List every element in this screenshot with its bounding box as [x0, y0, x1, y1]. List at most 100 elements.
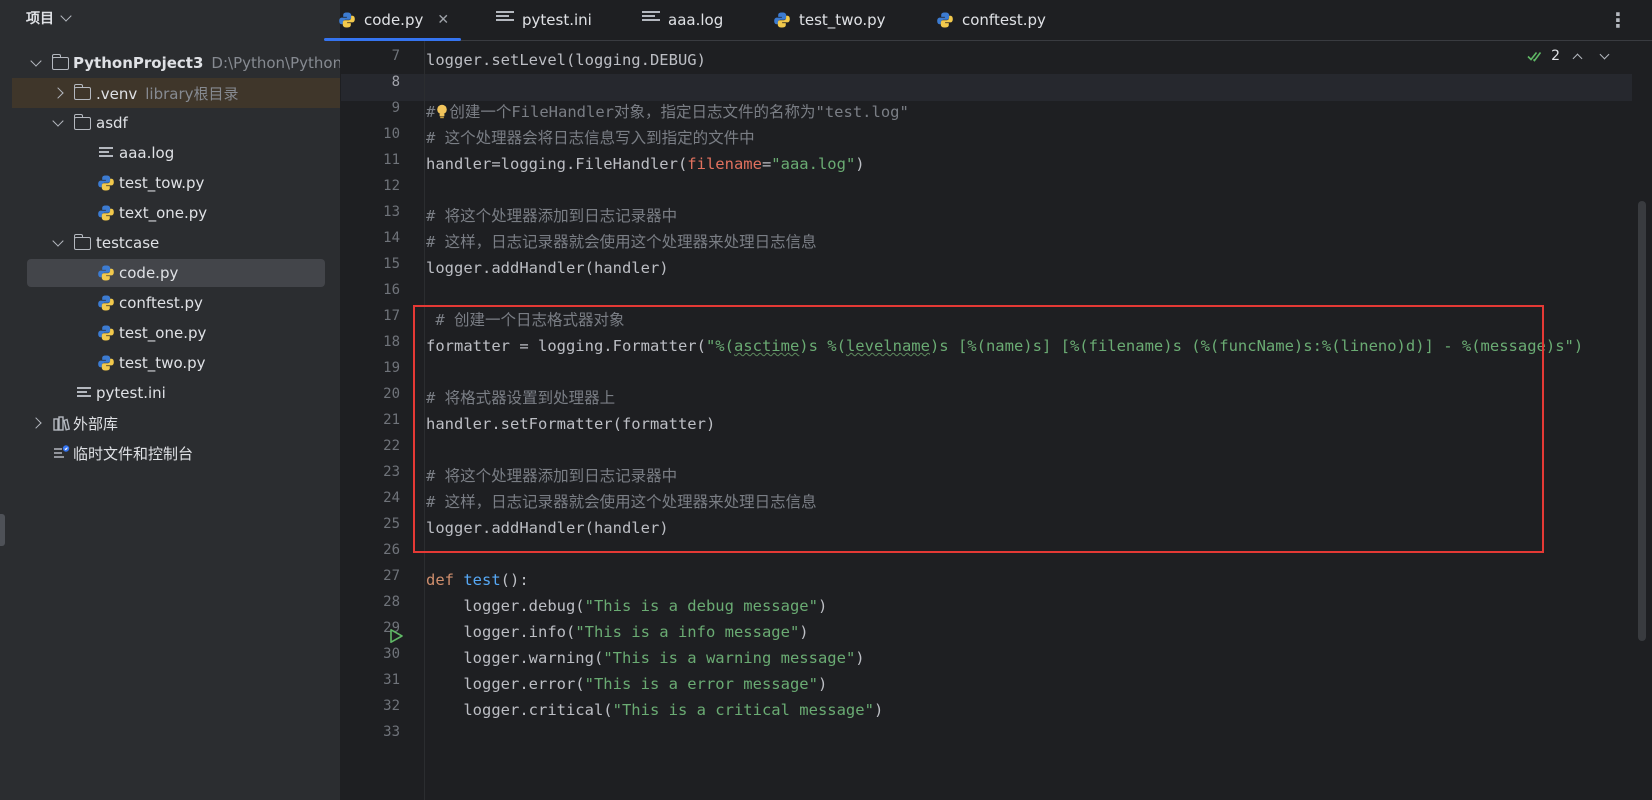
tree-item-asdf[interactable]: asdf	[12, 108, 340, 138]
gutter-separator	[424, 41, 425, 800]
folder-icon	[51, 54, 69, 70]
inspection-widget[interactable]: 2	[1527, 48, 1614, 64]
chevron-down-icon[interactable]	[50, 235, 66, 251]
line-number: 24	[383, 490, 400, 506]
line-number: 9	[391, 100, 400, 116]
python-file-icon	[98, 205, 114, 221]
line-number: 7	[391, 48, 400, 64]
code-line: # 这个处理器会将日志信息写入到指定的文件中	[426, 129, 755, 147]
project-panel-header[interactable]: 项目	[26, 7, 72, 29]
chevron-down-icon[interactable]	[28, 55, 44, 71]
chevron-down-icon	[60, 10, 72, 22]
code-line: logger.info("This is a info message")	[426, 623, 809, 641]
chevron-down-icon[interactable]	[50, 115, 66, 131]
code-editor[interactable]: 7 8 9 10 11 12 13 14 15 16 17 18 19 20 21 22 23 24 25 26 27 2…	[341, 41, 1652, 800]
tree-item-test-two[interactable]: test_two.py	[12, 348, 340, 378]
line-number: 25	[383, 516, 400, 532]
python-file-icon	[98, 265, 114, 281]
line-number: 11	[383, 152, 400, 168]
chevron-right-icon[interactable]	[50, 85, 66, 101]
code-line: logger.addHandler(handler)	[426, 519, 669, 537]
code-line: # 将这个处理器添加到日志记录器中	[426, 207, 678, 225]
chevron-up-icon[interactable]	[1572, 53, 1583, 63]
tree-item-label: conftest.py	[119, 294, 203, 312]
line-number: 19	[383, 360, 400, 376]
vertical-scrollbar[interactable]	[1638, 201, 1646, 641]
tab-code-py[interactable]: code.py ✕	[323, 0, 462, 41]
tree-item-label: test_two.py	[119, 354, 206, 372]
tree-item-test-one[interactable]: test_one.py	[12, 318, 340, 348]
tree-item-label: .venv library根目录	[96, 84, 239, 103]
tree-item-external-libraries[interactable]: 外部库	[12, 408, 340, 438]
more-vertical-icon[interactable]: ⋮	[1608, 8, 1628, 32]
chevron-down-icon[interactable]	[1599, 49, 1610, 59]
code-line: # 创建一个日志格式器对象	[426, 311, 625, 329]
tree-item-label: PythonProject3 D:\Python\PythonP	[73, 54, 340, 72]
tab-label: test_two.py	[799, 11, 886, 29]
tool-strip-handle[interactable]	[0, 514, 5, 546]
line-number: 21	[383, 412, 400, 428]
tree-item-text-one[interactable]: text_one.py	[12, 198, 340, 228]
text-file-icon	[99, 147, 113, 159]
tree-item-pytest-ini[interactable]: pytest.ini	[12, 378, 340, 408]
tree-item-label: 外部库	[73, 414, 119, 433]
tree-item-test-tow[interactable]: test_tow.py	[12, 168, 340, 198]
line-number: 8	[391, 74, 400, 90]
line-number: 16	[383, 282, 400, 298]
tree-item-testcase[interactable]: testcase	[12, 228, 340, 258]
tab-label: code.py	[364, 11, 424, 29]
lightbulb-icon[interactable]	[436, 104, 448, 119]
project-panel-title: 项目	[26, 11, 54, 27]
scratch-icon	[54, 445, 70, 458]
code-line: handler.setFormatter(formatter)	[426, 415, 716, 433]
chevron-right-icon[interactable]	[28, 415, 44, 431]
tab-conftest-py[interactable]: conftest.py	[936, 0, 1046, 40]
tree-item-scratches[interactable]: 临时文件和控制台	[12, 438, 340, 468]
line-number: 10	[383, 126, 400, 142]
tree-item-path: D:\Python\PythonP	[211, 54, 340, 72]
tree-item-label: 临时文件和控制台	[73, 444, 194, 463]
line-number: 12	[383, 178, 400, 194]
code-line: # 这样，日志记录器就会使用这个处理器来处理日志信息	[426, 233, 817, 251]
line-number: 27	[383, 568, 400, 584]
project-tree: PythonProject3 D:\Python\PythonP .venv lib…	[12, 48, 340, 468]
tree-item-project-root[interactable]: PythonProject3 D:\Python\PythonP	[12, 48, 340, 78]
line-number-gutter: 7 8 9 10 11 12 13 14 15 16 17 18 19 20 21 22 23 24 25 26 27 2…	[341, 41, 424, 800]
tree-item-label: pytest.ini	[96, 384, 166, 402]
line-number: 15	[383, 256, 400, 272]
code-line: logger.debug("This is a debug message")	[426, 597, 828, 615]
code-line: logger.addHandler(handler)	[426, 259, 669, 277]
code-line: # 将格式器设置到处理器上	[426, 389, 616, 407]
code-area[interactable]: logger.setLevel(logging.DEBUG) # 创建一个File…	[426, 41, 1630, 800]
editor-tab-bar: code.py ✕ pytest.ini aaa.log test_two.py…	[323, 0, 1652, 41]
library-icon	[53, 416, 70, 431]
code-line: logger.setLevel(logging.DEBUG)	[426, 51, 706, 69]
code-line: logger.warning("This is a warning messag…	[426, 649, 865, 667]
run-icon[interactable]	[388, 628, 404, 644]
python-file-icon	[98, 175, 114, 191]
code-line: logger.error("This is a error message")	[426, 675, 828, 693]
code-line: logger.critical("This is a critical mess…	[426, 701, 884, 719]
python-file-icon	[774, 12, 790, 28]
line-number: 14	[383, 230, 400, 246]
code-line: def test():	[426, 571, 529, 589]
close-icon[interactable]: ✕	[437, 12, 449, 28]
tab-pytest-ini[interactable]: pytest.ini	[496, 0, 592, 40]
python-file-icon	[937, 12, 953, 28]
tab-aaa-log[interactable]: aaa.log	[642, 0, 723, 40]
tree-item-conftest[interactable]: conftest.py	[12, 288, 340, 318]
tree-item-venv[interactable]: .venv library根目录	[12, 78, 340, 108]
tab-test-two-py[interactable]: test_two.py	[773, 0, 886, 40]
tree-item-label: aaa.log	[119, 144, 175, 162]
code-line: handler=logging.FileHandler(filename="aa…	[426, 155, 865, 173]
python-file-icon	[98, 355, 114, 371]
tree-item-aaa-log[interactable]: aaa.log	[12, 138, 340, 168]
code-line: # 将这个处理器添加到日志记录器中	[426, 467, 678, 485]
tab-label: pytest.ini	[522, 11, 592, 29]
code-line: # 这样，日志记录器就会使用这个处理器来处理日志信息	[426, 493, 817, 511]
tree-item-hint: library根目录	[145, 84, 239, 103]
code-line: # 创建一个FileHandler对象，指定日志文件的名称为"test.log"	[426, 103, 909, 121]
tree-item-label: test_tow.py	[119, 174, 205, 192]
tree-item-code-py[interactable]: code.py	[12, 258, 340, 288]
line-number: 22	[383, 438, 400, 454]
